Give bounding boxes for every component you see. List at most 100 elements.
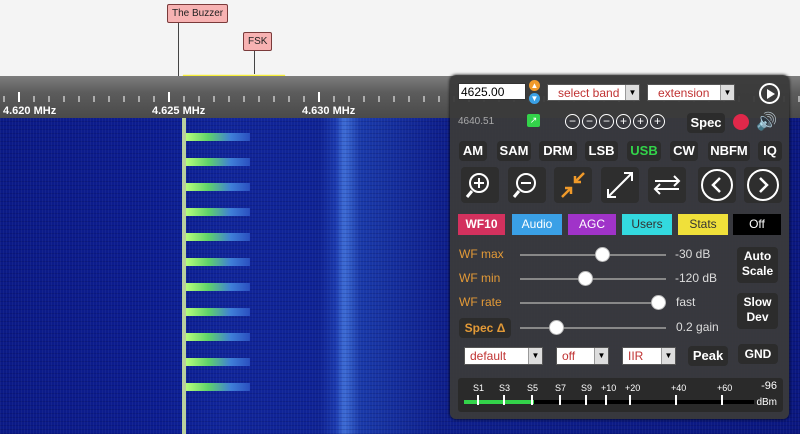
zoom-out-max-button[interactable] bbox=[601, 167, 639, 203]
external-link-icon[interactable]: ↗ bbox=[527, 114, 540, 127]
gnd-button[interactable]: GND bbox=[738, 344, 778, 364]
chevron-down-icon: ▼ bbox=[625, 85, 639, 100]
swap-button[interactable] bbox=[648, 167, 686, 203]
chevron-down-icon: ▼ bbox=[661, 348, 675, 364]
slow-dev-button[interactable]: Slow Dev bbox=[737, 293, 778, 329]
tab-agc[interactable]: AGC bbox=[568, 214, 616, 235]
mode-drm-button[interactable]: DRM bbox=[539, 141, 577, 161]
mode-usb-button[interactable]: USB bbox=[627, 141, 661, 161]
filter-select-value: IIR bbox=[628, 349, 644, 363]
zoom-plus-icon[interactable]: + bbox=[633, 114, 648, 129]
slider-knob[interactable] bbox=[651, 295, 666, 310]
next-button[interactable] bbox=[744, 167, 782, 203]
tab-off[interactable]: Off bbox=[733, 214, 781, 235]
zoom-plus-icon[interactable]: + bbox=[616, 114, 631, 129]
play-button[interactable] bbox=[759, 83, 780, 104]
tab-audio[interactable]: Audio bbox=[512, 214, 562, 235]
sub-frequency: 4640.51 bbox=[458, 116, 495, 127]
s-meter-tick: S7 bbox=[555, 383, 567, 393]
bookmark-the-buzzer[interactable]: The Buzzer bbox=[167, 4, 229, 23]
slider-value: -30 dB bbox=[675, 247, 711, 261]
palette-select[interactable]: default ▼ bbox=[464, 347, 543, 365]
fsk-burst bbox=[186, 233, 250, 241]
s-meter-tick: S9 bbox=[581, 383, 593, 393]
slider-label: WF rate bbox=[459, 295, 502, 309]
fsk-burst bbox=[186, 158, 250, 166]
bookmark-fsk[interactable]: FSK bbox=[243, 32, 273, 51]
tab-wf10[interactable]: WF10 bbox=[458, 214, 505, 235]
zoom-out-button[interactable] bbox=[508, 167, 546, 203]
slider-knob[interactable] bbox=[594, 247, 610, 262]
slider-knob[interactable] bbox=[577, 271, 593, 286]
s-meter-tick-mark bbox=[559, 395, 561, 405]
mode-am-button[interactable]: AM bbox=[459, 141, 487, 161]
zoom-minus-icon[interactable]: − bbox=[565, 114, 580, 129]
mode-iq-button[interactable]: IQ bbox=[758, 141, 782, 161]
s-meter-tick-mark bbox=[721, 395, 723, 405]
s-meter-tick-mark bbox=[531, 395, 533, 405]
fsk-burst bbox=[186, 383, 250, 391]
slider-label: WF max bbox=[459, 247, 504, 261]
chevron-down-icon: ▼ bbox=[720, 85, 734, 100]
slider-value: -120 dB bbox=[675, 271, 718, 285]
bookmark-line bbox=[178, 23, 179, 76]
slider-track[interactable] bbox=[520, 302, 666, 304]
s-meter-level bbox=[464, 400, 534, 404]
spectrum-header bbox=[0, 0, 800, 76]
slider-track[interactable] bbox=[520, 327, 666, 329]
fsk-burst bbox=[186, 333, 250, 341]
zoom-in-icon bbox=[465, 173, 489, 198]
auto-scale-label: Auto bbox=[743, 249, 772, 263]
fsk-burst bbox=[186, 133, 250, 141]
extension-select-value: extension bbox=[658, 86, 710, 100]
record-icon[interactable] bbox=[733, 114, 749, 130]
scale-label: 4.630 MHz bbox=[302, 105, 356, 117]
scale-label: 4.620 MHz bbox=[3, 105, 57, 117]
mode-sam-button[interactable]: SAM bbox=[497, 141, 531, 161]
slider-knob[interactable] bbox=[548, 320, 564, 335]
mode-cw-button[interactable]: CW bbox=[670, 141, 698, 161]
tab-users[interactable]: Users bbox=[622, 214, 672, 235]
s-meter-unit: dBm bbox=[756, 397, 777, 408]
slow-dev-label: Slow bbox=[743, 295, 772, 309]
s-meter-tick-mark bbox=[477, 395, 479, 405]
chevron-down-icon: ▼ bbox=[528, 348, 542, 364]
palette-select-value: default bbox=[470, 349, 507, 363]
slider-track[interactable] bbox=[520, 254, 666, 256]
speaker-icon[interactable]: 🔊 bbox=[756, 112, 777, 132]
chevron-left-icon bbox=[701, 169, 733, 201]
expand-arrows-icon bbox=[607, 172, 633, 198]
mode-nbfm-button[interactable]: NBFM bbox=[708, 141, 750, 161]
prev-button[interactable] bbox=[698, 167, 736, 203]
spec-button[interactable]: Spec bbox=[687, 113, 725, 133]
slider-value: fast bbox=[676, 295, 696, 309]
s-meter-tick: S1 bbox=[473, 383, 485, 393]
zoom-out-icon bbox=[512, 173, 536, 198]
aperture-select[interactable]: off ▼ bbox=[556, 347, 609, 365]
zoom-plus-icon[interactable]: + bbox=[650, 114, 665, 129]
extension-select[interactable]: extension ▼ bbox=[647, 84, 735, 101]
auto-scale-label: Scale bbox=[741, 264, 774, 278]
band-select[interactable]: select band ▼ bbox=[547, 84, 640, 101]
peak-button[interactable]: Peak bbox=[688, 346, 728, 366]
frequency-input[interactable]: 4625.00 bbox=[458, 83, 526, 100]
mode-lsb-button[interactable]: LSB bbox=[585, 141, 618, 161]
filter-select[interactable]: IIR ▼ bbox=[622, 347, 676, 365]
zoom-minus-icon[interactable]: − bbox=[599, 114, 614, 129]
s-meter-tick: +40 bbox=[671, 383, 687, 393]
s-meter-tick: S3 bbox=[499, 383, 511, 393]
zoom-minus-icon[interactable]: − bbox=[582, 114, 597, 129]
spec-delta-button[interactable]: Spec Δ bbox=[459, 318, 511, 338]
compress-arrows-icon bbox=[561, 172, 585, 198]
zoom-in-max-button[interactable] bbox=[554, 167, 592, 203]
slider-track[interactable] bbox=[520, 278, 666, 280]
s-meter-tick-mark bbox=[675, 395, 677, 405]
tab-stats[interactable]: Stats bbox=[678, 214, 728, 235]
band-select-value: select band bbox=[558, 86, 620, 100]
s-meter-tick-mark bbox=[605, 395, 607, 405]
s-meter-tick-mark bbox=[503, 395, 505, 405]
freq-step-icon[interactable]: ▲ ▼ bbox=[529, 80, 543, 104]
zoom-in-button[interactable] bbox=[461, 167, 499, 203]
auto-scale-button[interactable]: Auto Scale bbox=[737, 247, 778, 283]
s-meter-tick: +20 bbox=[625, 383, 641, 393]
